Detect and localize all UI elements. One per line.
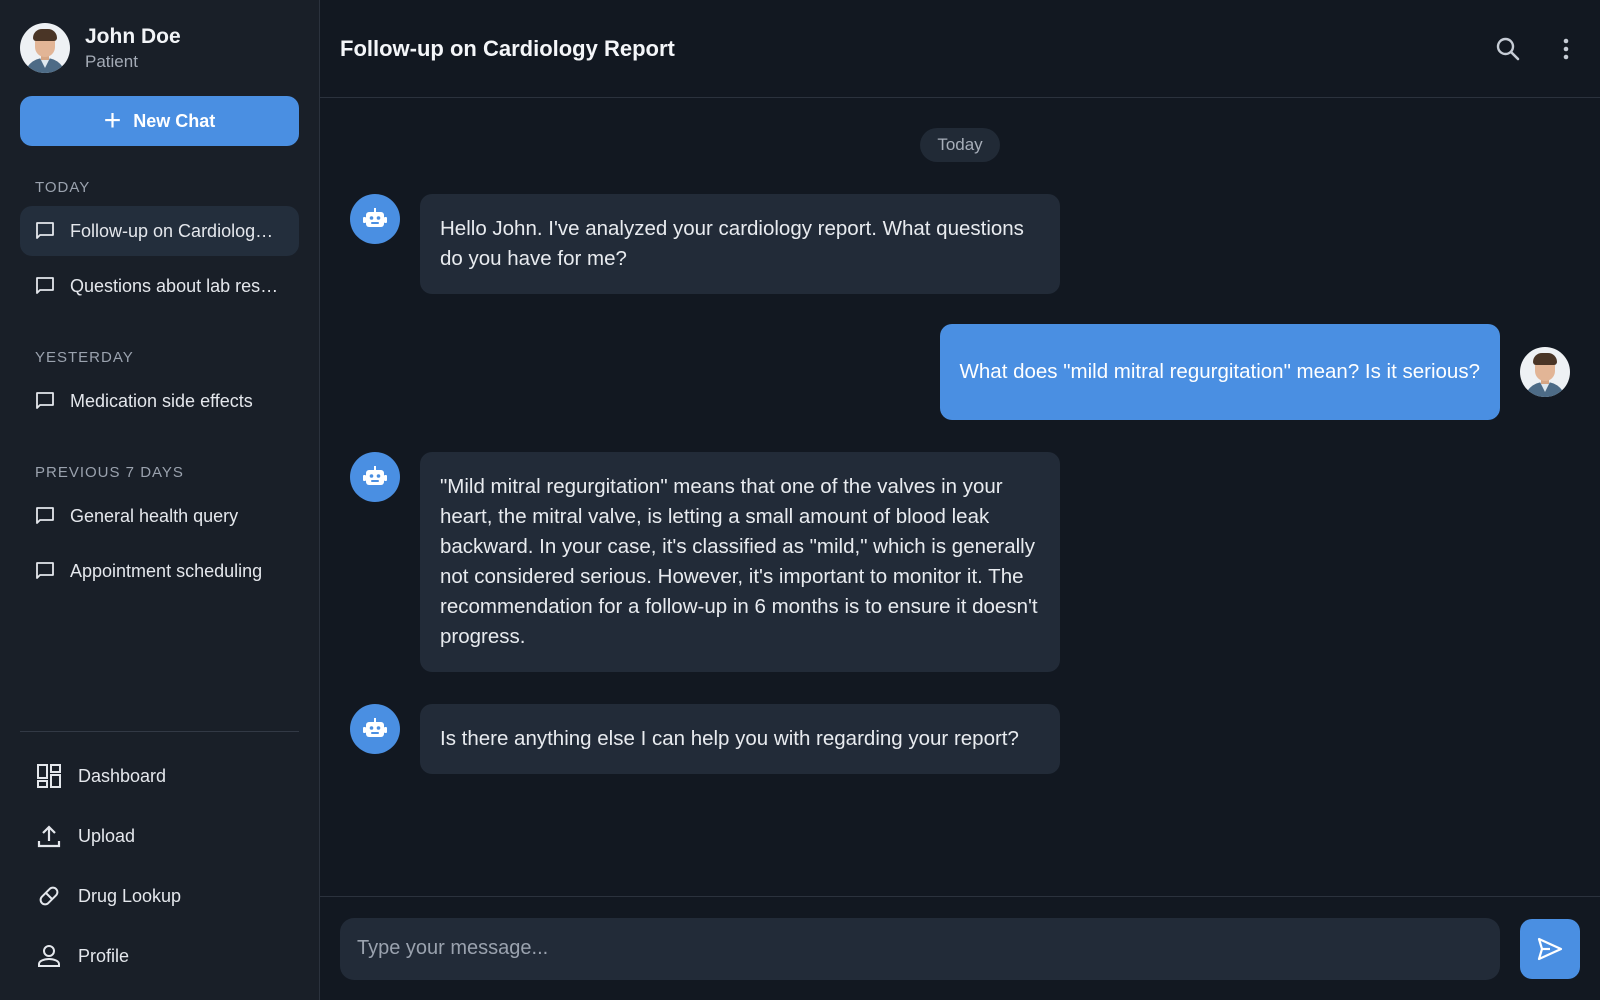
nav-profile-label: Profile [78, 945, 130, 966]
chat-item-label: Medication side effects [70, 390, 253, 411]
chat-item-label: General health query [70, 505, 239, 526]
chat-item[interactable]: Medication side effects [20, 376, 299, 426]
chat-bubble-icon [36, 222, 54, 239]
user-message: What does "mild mitral regurgitation" me… [350, 324, 1570, 420]
chat-item[interactable]: Appointment scheduling [20, 546, 299, 596]
bot-icon [350, 194, 400, 244]
message-bubble: Hello John. I've analyzed your cardiolog… [420, 194, 1060, 294]
upload-icon [37, 825, 61, 848]
pill-icon [39, 886, 59, 906]
send-button[interactable] [1520, 918, 1580, 979]
chat-main: Follow-up on Cardiology Report Today Hel… [320, 0, 1600, 1000]
user-message-avatar [1520, 347, 1570, 397]
send-icon [1537, 937, 1563, 960]
user-avatar [20, 23, 70, 73]
new-chat-button[interactable]: + New Chat [20, 96, 299, 146]
user-profile[interactable]: John Doe Patient [20, 0, 299, 96]
message-list: Today Hello John. I've analyzed your car… [320, 98, 1600, 896]
plus-icon: + [103, 104, 122, 137]
app-root: John Doe Patient + New Chat TODAY Follow… [0, 0, 1600, 1000]
page-title: Follow-up on Cardiology Report [340, 35, 675, 61]
chat-bubble-icon [36, 392, 54, 409]
new-chat-label: New Chat [133, 110, 216, 131]
search-icon[interactable] [1494, 35, 1522, 63]
assistant-message: Hello John. I've analyzed your cardiolog… [350, 194, 1570, 294]
chat-bubble-icon [36, 562, 54, 579]
chat-item[interactable]: Follow-up on Cardiology Report [20, 206, 299, 256]
nav-upload[interactable]: Upload [20, 806, 299, 866]
chat-item[interactable]: Questions about lab results [20, 261, 299, 311]
sidebar-divider [20, 731, 299, 732]
user-role: Patient [85, 52, 138, 71]
nav-drug-lookup-label: Drug Lookup [78, 885, 182, 906]
message-bubble: Is there anything else I can help you wi… [420, 704, 1060, 774]
nav-dashboard-label: Dashboard [78, 765, 167, 786]
message-bubble: "Mild mitral regurgitation" means that o… [420, 452, 1060, 672]
bot-icon [350, 452, 400, 502]
chat-bubble-icon [36, 277, 54, 294]
nav-profile[interactable]: Profile [20, 926, 299, 986]
assistant-message: "Mild mitral regurgitation" means that o… [350, 452, 1570, 672]
dashboard-icon [37, 764, 61, 788]
date-separator: Today [920, 128, 1000, 162]
assistant-message: Is there anything else I can help you wi… [350, 704, 1570, 774]
bot-icon [350, 704, 400, 754]
message-bubble: What does "mild mitral regurgitation" me… [939, 324, 1500, 420]
nav-upload-label: Upload [78, 825, 136, 846]
nav-dashboard[interactable]: Dashboard [20, 746, 299, 806]
chat-item-label: Appointment scheduling [70, 560, 263, 581]
chat-header: Follow-up on Cardiology Report [320, 0, 1600, 98]
message-composer [320, 896, 1600, 1000]
section-title-previous-7-days: PREVIOUS 7 DAYS [35, 464, 184, 481]
chat-item-label: Follow-up on Cardiology Report [70, 220, 280, 241]
more-vertical-icon[interactable] [1552, 35, 1580, 63]
chat-item-label: Questions about lab results [70, 275, 280, 296]
chat-bubble-icon [36, 507, 54, 524]
chat-item[interactable]: General health query [20, 491, 299, 541]
person-icon [38, 945, 60, 967]
nav-drug-lookup[interactable]: Drug Lookup [20, 866, 299, 926]
user-name: John Doe [85, 25, 181, 48]
section-title-today: TODAY [35, 179, 91, 196]
message-input[interactable] [340, 917, 1500, 980]
sidebar: John Doe Patient + New Chat TODAY Follow… [0, 0, 320, 1000]
section-title-yesterday: YESTERDAY [35, 349, 134, 366]
